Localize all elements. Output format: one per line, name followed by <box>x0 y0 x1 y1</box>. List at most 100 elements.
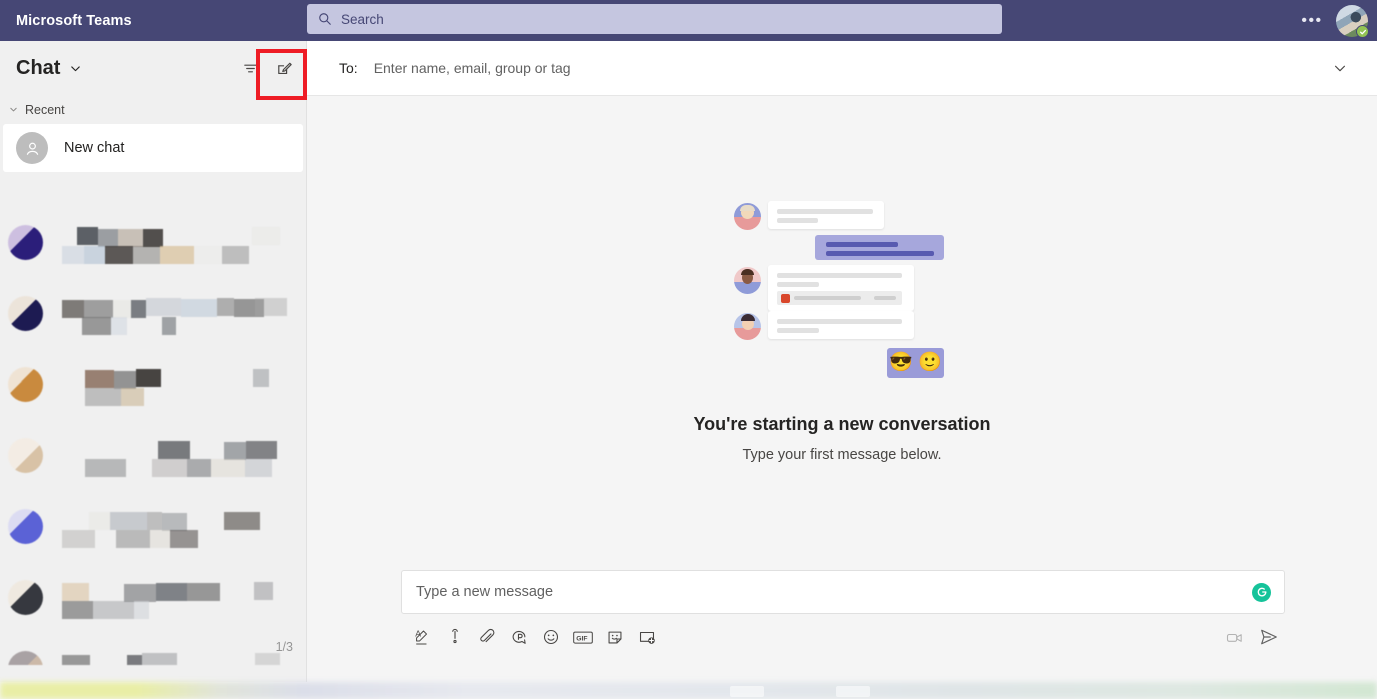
redacted-block <box>118 229 143 247</box>
illustration-bubble <box>768 201 884 229</box>
redacted-block <box>105 246 133 264</box>
loop-component-icon[interactable] <box>503 622 535 652</box>
redacted-block <box>111 317 127 335</box>
redacted-block <box>181 299 217 317</box>
sidebar-item-new-chat[interactable]: New chat <box>3 124 303 172</box>
grammarly-icon[interactable] <box>1252 583 1271 602</box>
illustration-emoji-bubble: 😎 🙂 <box>887 348 944 378</box>
to-input[interactable] <box>374 60 894 76</box>
format-text-icon[interactable]: A <box>407 622 439 652</box>
recent-section-header[interactable]: Recent <box>0 96 306 123</box>
redacted-block <box>187 459 211 477</box>
search-input[interactable]: Search <box>307 4 1002 34</box>
emoji-sunglasses: 😎 <box>889 353 913 372</box>
sidebar-header: Chat <box>0 41 306 96</box>
redacted-block <box>62 530 95 548</box>
redacted-block <box>156 583 187 601</box>
redacted-block <box>93 601 134 619</box>
redacted-block <box>134 601 149 619</box>
meet-now-icon[interactable] <box>1219 622 1251 652</box>
redacted-block <box>110 512 147 530</box>
redacted-block <box>85 459 126 477</box>
emoji-icon[interactable] <box>535 622 567 652</box>
taskbar-item[interactable] <box>730 686 764 697</box>
illustration-bubble-with-attachment <box>768 265 914 311</box>
redacted-block <box>162 513 187 531</box>
redacted-chat-row[interactable] <box>0 566 306 637</box>
sidebar-actions <box>234 52 300 84</box>
illustration-bubble-outgoing <box>815 235 944 260</box>
redacted-block <box>89 512 110 530</box>
redacted-block <box>146 298 181 316</box>
recent-section-label: Recent <box>25 103 65 117</box>
redacted-chat-row[interactable] <box>0 211 306 282</box>
search-placeholder: Search <box>341 12 384 27</box>
message-compose-box[interactable] <box>401 570 1285 614</box>
redacted-block <box>160 246 194 264</box>
redacted-timestamp <box>255 653 280 665</box>
redacted-block <box>84 300 113 318</box>
taskbar-item[interactable] <box>836 686 870 697</box>
compose-area: A <box>307 559 1377 682</box>
person-avatar-icon <box>16 132 48 164</box>
redacted-block <box>245 459 272 477</box>
redacted-block <box>116 530 150 548</box>
redacted-chat-row[interactable] <box>0 282 306 353</box>
more-options-button[interactable]: ••• <box>1299 11 1325 31</box>
redacted-block <box>124 584 156 602</box>
redacted-block <box>187 583 220 601</box>
redacted-block <box>222 246 249 264</box>
filter-icon[interactable] <box>234 52 266 84</box>
redacted-block <box>127 655 142 665</box>
redacted-chat-row[interactable] <box>0 353 306 424</box>
main-content: To: <box>307 41 1377 682</box>
redacted-block <box>162 317 176 335</box>
illustration-attachment-card <box>777 291 902 305</box>
redacted-block <box>85 370 114 388</box>
empty-conversation-state: 😎 🙂 You're starting a new conversation T… <box>307 97 1377 559</box>
redacted-block <box>224 442 246 460</box>
redacted-block <box>131 300 146 318</box>
redacted-block <box>217 298 234 316</box>
message-input[interactable] <box>416 584 1252 600</box>
redacted-block <box>133 246 160 264</box>
attach-file-icon[interactable] <box>471 622 503 652</box>
page-count-label: 1/3 <box>276 640 293 654</box>
to-label: To: <box>339 60 358 76</box>
illustration-avatar <box>734 267 761 294</box>
redacted-block <box>85 388 121 406</box>
redacted-chat-row[interactable] <box>0 637 306 665</box>
redacted-block <box>62 583 89 601</box>
avatar[interactable] <box>1336 5 1368 37</box>
compose-toolbar-right <box>1219 622 1285 652</box>
redacted-block <box>143 229 163 247</box>
redacted-block <box>142 653 177 665</box>
redacted-block <box>121 388 144 406</box>
avatar <box>8 651 43 665</box>
redacted-timestamp <box>254 582 273 600</box>
giphy-icon[interactable]: GIF <box>567 622 599 652</box>
chevron-down-icon[interactable] <box>69 62 82 75</box>
redacted-block <box>194 246 222 264</box>
chevron-down-icon[interactable] <box>1329 57 1351 79</box>
sticker-icon[interactable] <box>599 622 631 652</box>
title-bar: Microsoft Teams Search ••• <box>0 0 1377 41</box>
send-icon[interactable] <box>1253 622 1285 652</box>
avatar <box>8 225 43 260</box>
more-apps-icon[interactable] <box>631 622 663 652</box>
avatar <box>8 509 43 544</box>
illustration-bubble <box>768 311 914 339</box>
search-icon <box>318 12 332 26</box>
set-delivery-options-icon[interactable] <box>439 622 471 652</box>
avatar <box>8 580 43 615</box>
redacted-block <box>98 229 118 247</box>
avatar <box>8 367 43 402</box>
avatar <box>8 296 43 331</box>
redacted-block <box>224 512 260 530</box>
redacted-chat-row[interactable] <box>0 495 306 566</box>
redacted-timestamp <box>252 227 280 245</box>
redacted-chat-row[interactable] <box>0 424 306 495</box>
redacted-chat-list[interactable] <box>0 211 306 665</box>
new-chat-compose-icon[interactable] <box>268 52 300 84</box>
redacted-block <box>136 369 161 387</box>
